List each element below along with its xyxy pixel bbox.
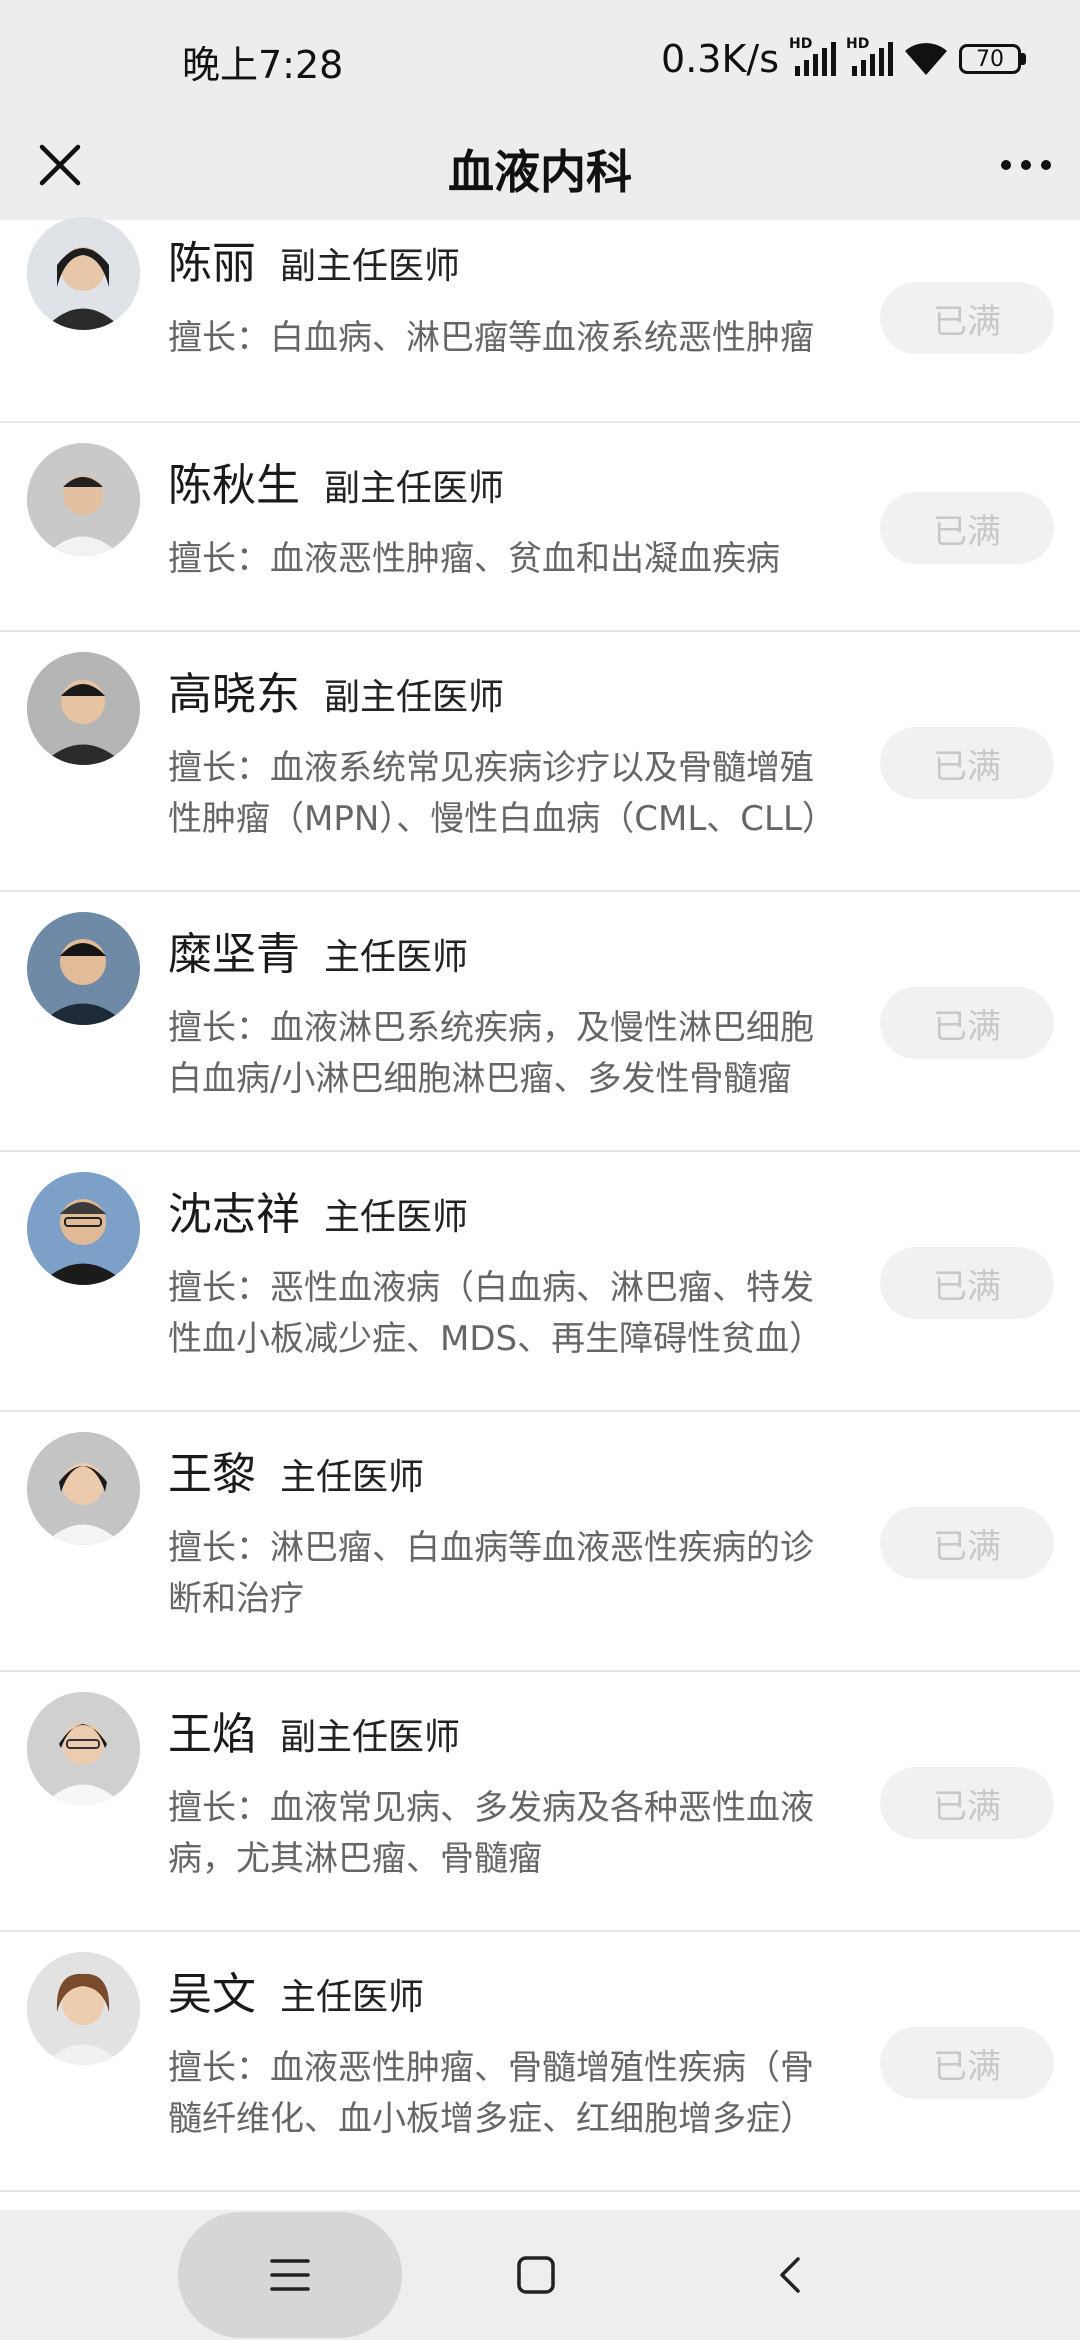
doctor-name: 陈丽 (168, 238, 256, 289)
doctor-title: 主任医师 (280, 1977, 425, 2018)
doctor-title: 副主任医师 (324, 677, 505, 718)
doctor-specialty: 擅长：血液恶性肿瘤、贫血和出凝血疾病 (168, 539, 780, 579)
doctor-title: 主任医师 (280, 1457, 425, 1498)
doctor-name: 高晓东 (168, 669, 300, 720)
signal-icon-2: HD (846, 36, 893, 76)
doctor-name: 沈志祥 (168, 1189, 300, 1240)
wifi-icon (905, 43, 947, 75)
doctor-name: 糜坚青 (168, 929, 300, 980)
doctor-item[interactable]: 王焰 副主任医师 擅长：血液常见病、多发病及各种恶性血液病，尤其淋巴瘤、骨髓瘤 … (0, 1672, 1080, 1932)
appointment-full-button[interactable]: 已满 (880, 987, 1054, 1059)
battery-level: 70 (959, 44, 1021, 74)
net-speed: 0.3K/s (661, 37, 779, 81)
avatar (27, 652, 140, 765)
avatar (27, 1952, 140, 2065)
doctor-item[interactable]: 陈秋生 副主任医师 擅长：血液恶性肿瘤、贫血和出凝血疾病 已满 (0, 423, 1080, 632)
doctor-item[interactable]: 高晓东 副主任医师 擅长：血液系统常见疾病诊疗以及骨髓增殖性肿瘤（MPN）、慢性… (0, 632, 1080, 892)
signal-icon: HD (789, 36, 836, 76)
doctor-specialty: 擅长：白血病、淋巴瘤等血液系统恶性肿瘤 (168, 318, 814, 358)
avatar (27, 1172, 140, 1285)
page-title: 血液内科 (448, 145, 632, 199)
avatar (27, 217, 140, 330)
doctor-specialty: 擅长：血液淋巴系统疾病，及慢性淋巴细胞白血病/小淋巴细胞淋巴瘤、多发性骨髓瘤 (168, 1008, 814, 1099)
back-icon[interactable] (770, 2255, 810, 2295)
appointment-full-button[interactable]: 已满 (880, 1767, 1054, 1839)
doctor-item[interactable]: 沈志祥 主任医师 擅长：恶性血液病（白血病、淋巴瘤、特发性血小板减少症、MDS、… (0, 1152, 1080, 1412)
doctor-name: 陈秋生 (168, 460, 300, 511)
more-icon[interactable] (996, 135, 1056, 195)
doctor-specialty: 擅长：淋巴瘤、白血病等血液恶性疾病的诊断和治疗 (168, 1528, 814, 1619)
doctor-title: 副主任医师 (324, 468, 505, 509)
appointment-full-button[interactable]: 已满 (880, 1247, 1054, 1319)
battery-icon: 70 (959, 44, 1026, 74)
doctor-title: 主任医师 (324, 1197, 469, 1238)
appointment-full-button[interactable]: 已满 (880, 282, 1054, 354)
avatar (27, 443, 140, 556)
menu-icon (270, 2259, 310, 2291)
doctor-title: 副主任医师 (280, 1717, 461, 1758)
system-nav-bar (0, 2210, 1080, 2340)
recent-apps-button[interactable] (178, 2212, 402, 2338)
status-indicators: 0.3K/s HD HD 70 (661, 34, 1026, 84)
doctor-specialty: 擅长：恶性血液病（白血病、淋巴瘤、特发性血小板减少症、MDS、再生障碍性贫血） (168, 1268, 824, 1359)
doctor-item[interactable]: 糜坚青 主任医师 擅长：血液淋巴系统疾病，及慢性淋巴细胞白血病/小淋巴细胞淋巴瘤… (0, 892, 1080, 1152)
appointment-full-button[interactable]: 已满 (880, 492, 1054, 564)
nav-bar: 血液内科 (0, 110, 1080, 220)
avatar (27, 1692, 140, 1805)
home-icon[interactable] (516, 2255, 556, 2295)
doctor-specialty: 擅长：血液恶性肿瘤、骨髓增殖性疾病（骨髓纤维化、血小板增多症、红细胞增多症） (168, 2048, 814, 2139)
doctor-specialty: 擅长：血液系统常见疾病诊疗以及骨髓增殖性肿瘤（MPN）、慢性白血病（CML、CL… (168, 748, 836, 839)
doctor-title: 副主任医师 (280, 246, 461, 287)
status-bar: 晚上7:28 0.3K/s HD HD 70 (0, 0, 1080, 110)
doctor-title: 主任医师 (324, 937, 469, 978)
doctor-specialty: 擅长：血液常见病、多发病及各种恶性血液病，尤其淋巴瘤、骨髓瘤 (168, 1788, 814, 1879)
doctor-name: 王焰 (168, 1709, 256, 1760)
doctor-name: 王黎 (168, 1449, 256, 1500)
doctor-item[interactable]: 陈丽 副主任医师 擅长：白血病、淋巴瘤等血液系统恶性肿瘤 已满 (0, 212, 1080, 423)
appointment-full-button[interactable]: 已满 (880, 1507, 1054, 1579)
doctor-name: 吴文 (168, 1969, 256, 2020)
appointment-full-button[interactable]: 已满 (880, 2027, 1054, 2099)
avatar (27, 912, 140, 1025)
status-time: 晚上7:28 (182, 43, 344, 87)
doctor-item[interactable]: 吴文 主任医师 擅长：血液恶性肿瘤、骨髓增殖性疾病（骨髓纤维化、血小板增多症、红… (0, 1932, 1080, 2192)
doctor-item[interactable]: 王黎 主任医师 擅长：淋巴瘤、白血病等血液恶性疾病的诊断和治疗 已满 (0, 1412, 1080, 1672)
avatar (27, 1432, 140, 1545)
appointment-full-button[interactable]: 已满 (880, 727, 1054, 799)
